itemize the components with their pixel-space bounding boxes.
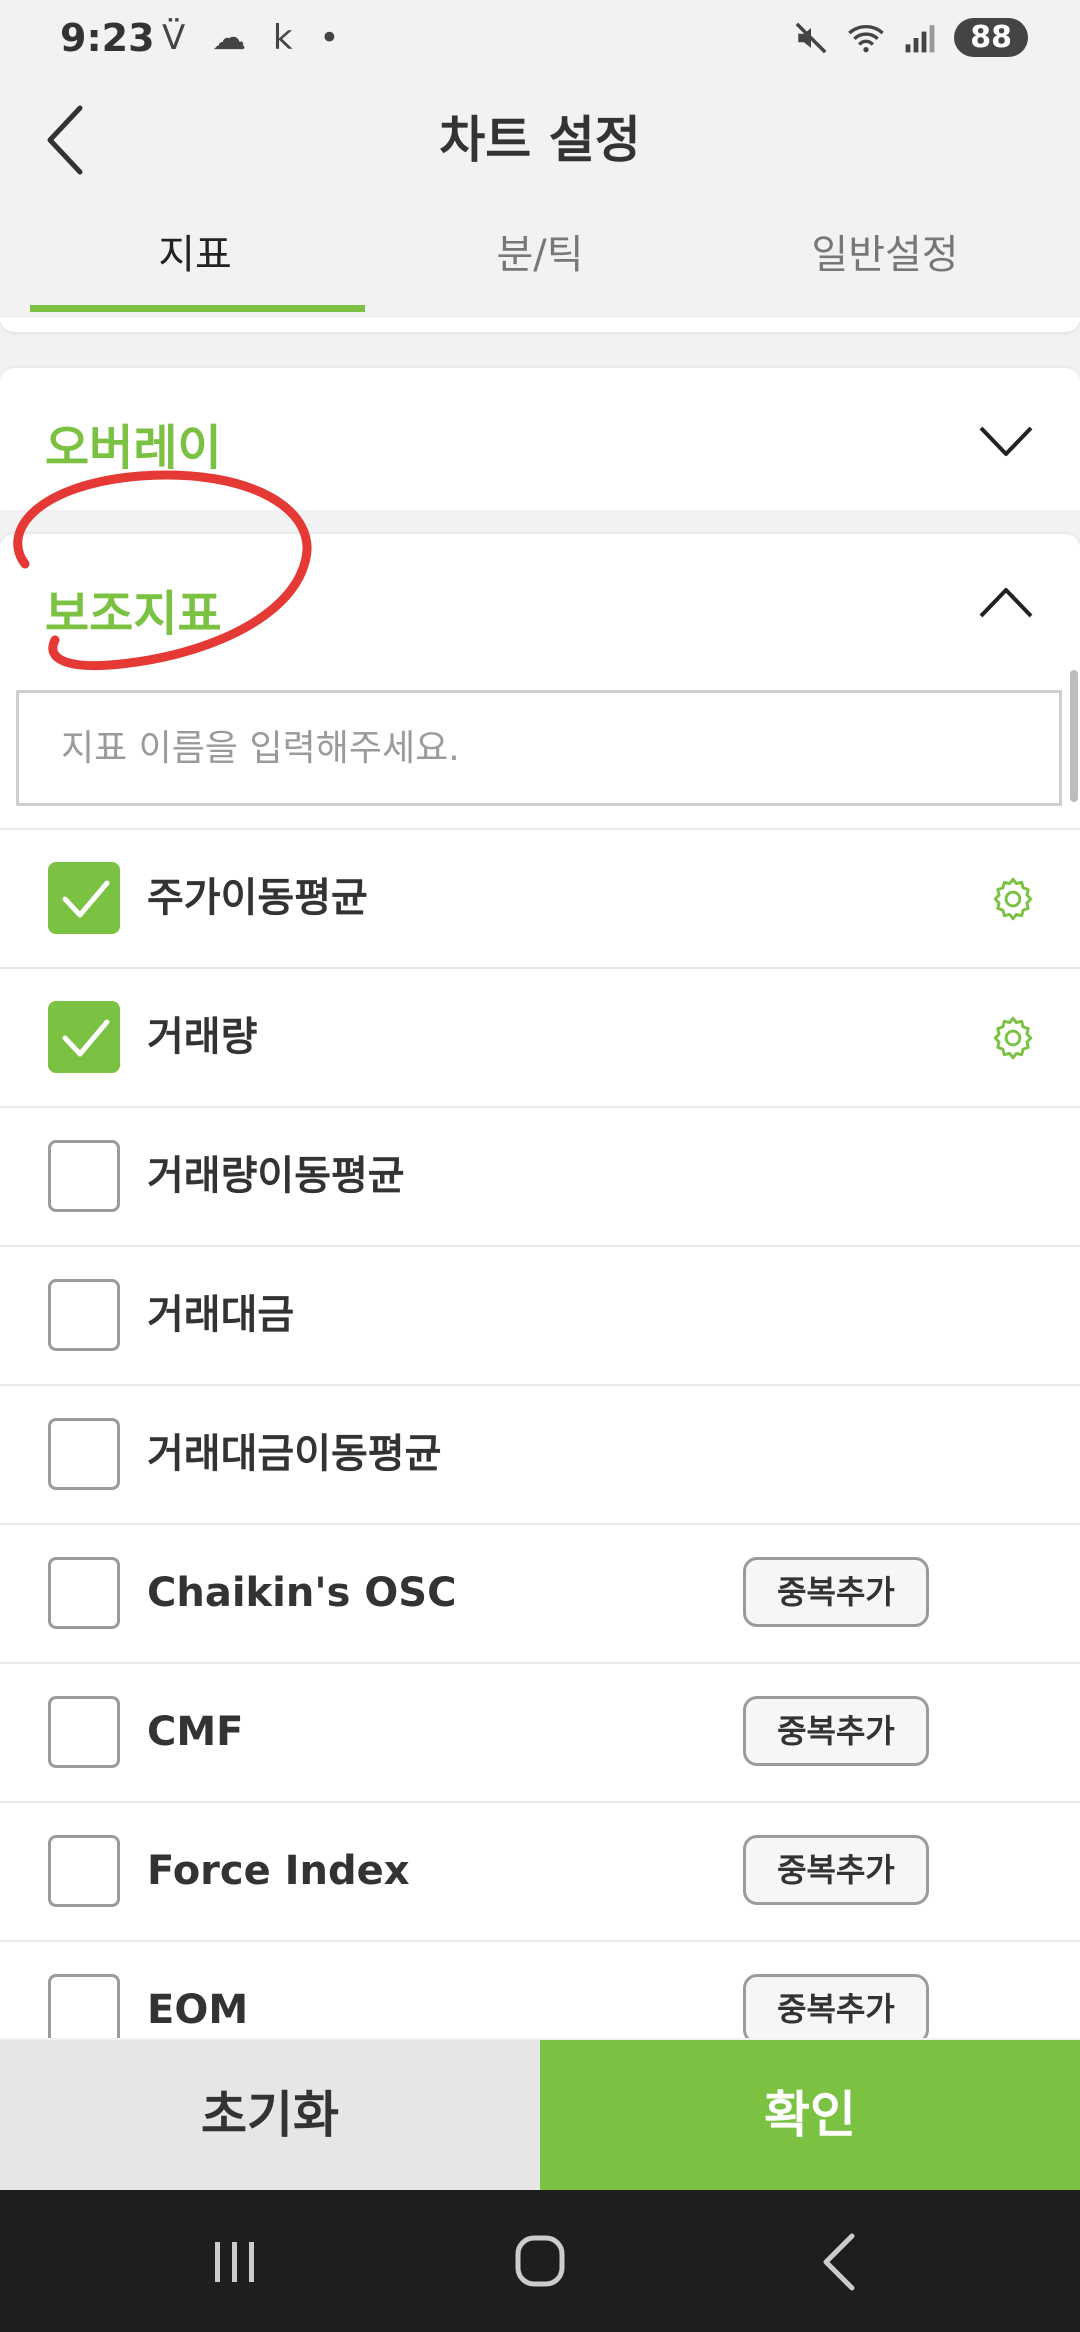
indicator-label: 거래대금 bbox=[147, 1292, 295, 1338]
chevron-down-icon[interactable] bbox=[978, 424, 1034, 458]
tab-indicators[interactable]: 지표 bbox=[25, 215, 365, 315]
indicator-label: Force Index bbox=[147, 1848, 410, 1894]
indicator-row[interactable]: 거래량 bbox=[0, 967, 1080, 1106]
section-overlay[interactable]: 오버레이 bbox=[0, 368, 1080, 510]
indicator-checkbox[interactable] bbox=[48, 1835, 120, 1907]
search-box bbox=[16, 690, 1062, 806]
settings-gear-icon[interactable] bbox=[988, 1013, 1038, 1063]
section-overlay-title: 오버레이 bbox=[45, 420, 222, 476]
indicator-checkbox[interactable] bbox=[48, 1557, 120, 1629]
active-tab-indicator bbox=[30, 305, 365, 312]
indicator-list: 주가이동평균거래량거래량이동평균거래대금거래대금이동평균 Chaikin's OS… bbox=[0, 828, 1080, 2038]
header: 차트 설정 bbox=[0, 72, 1080, 222]
tab-bar: 지표 분/틱 일반설정 bbox=[0, 215, 1080, 315]
add-duplicate-button[interactable]: 중복추가 bbox=[743, 1835, 929, 1905]
indicator-checkbox[interactable] bbox=[48, 1279, 120, 1351]
settings-gear-icon[interactable] bbox=[988, 874, 1038, 924]
indicator-row[interactable]: 거래대금이동평균 bbox=[0, 1384, 1080, 1523]
status-time: 9:23 bbox=[60, 16, 155, 60]
indicator-search-input[interactable] bbox=[19, 693, 1059, 803]
indicator-label: Chaikin's OSC bbox=[147, 1570, 457, 1616]
status-bar: 9:23 V̈ ☁ k • 88 bbox=[0, 0, 1080, 72]
signal-icon bbox=[905, 24, 935, 52]
section-sub-indicators[interactable]: 보조지표 bbox=[0, 534, 1080, 676]
checkmark-icon bbox=[62, 1019, 110, 1057]
indicator-row[interactable]: 거래량이동평균 bbox=[0, 1106, 1080, 1245]
confirm-button[interactable]: 확인 bbox=[540, 2040, 1080, 2190]
indicator-checkbox[interactable] bbox=[48, 1140, 120, 1212]
indicator-checkbox[interactable] bbox=[48, 1696, 120, 1768]
indicator-label: 거래량 bbox=[147, 1014, 258, 1060]
section-sub-indicators-title: 보조지표 bbox=[45, 586, 222, 642]
notification-icons: V̈ ☁ k • bbox=[162, 18, 348, 58]
bottom-action-bar: 초기화 확인 bbox=[0, 2040, 1080, 2190]
add-duplicate-button[interactable]: 중복추가 bbox=[743, 1974, 929, 2038]
indicator-checkbox[interactable] bbox=[48, 1001, 120, 1073]
reset-button[interactable]: 초기화 bbox=[0, 2040, 540, 2190]
tab-general-settings[interactable]: 일반설정 bbox=[715, 215, 1055, 315]
checkmark-icon bbox=[62, 880, 110, 918]
indicator-row[interactable]: 거래대금 bbox=[0, 1245, 1080, 1384]
page-title: 차트 설정 bbox=[439, 111, 641, 169]
indicator-label: 주가이동평균 bbox=[147, 875, 368, 921]
indicator-label: EOM bbox=[147, 1987, 249, 2033]
indicator-row[interactable]: CMF 중복추가 bbox=[0, 1662, 1080, 1801]
indicator-checkbox[interactable] bbox=[48, 1418, 120, 1490]
indicator-checkbox[interactable] bbox=[48, 1974, 120, 2038]
recent-apps-icon[interactable] bbox=[195, 2230, 275, 2294]
content-area: 오버레이 보조지표 주가이동평균거래량거래량이동평균거래대금거래대금이동평균 Ch… bbox=[0, 318, 1080, 2038]
indicator-row[interactable]: Force Index 중복추가 bbox=[0, 1801, 1080, 1940]
chevron-up-icon[interactable] bbox=[978, 586, 1034, 620]
indicator-row[interactable]: 주가이동평균 bbox=[0, 828, 1080, 967]
tab-minute-tick[interactable]: 분/틱 bbox=[370, 215, 710, 315]
card-edge bbox=[0, 318, 1080, 332]
indicator-row[interactable]: Chaikin's OSC 중복추가 bbox=[0, 1523, 1080, 1662]
indicator-label: CMF bbox=[147, 1709, 244, 1755]
nav-back-icon[interactable] bbox=[800, 2230, 880, 2294]
home-icon[interactable] bbox=[500, 2230, 580, 2294]
scrollbar[interactable] bbox=[1070, 670, 1078, 802]
add-duplicate-button[interactable]: 중복추가 bbox=[743, 1696, 929, 1766]
status-right: 88 bbox=[794, 18, 1028, 57]
system-nav-bar bbox=[0, 2190, 1080, 2332]
wifi-icon bbox=[848, 24, 885, 52]
add-duplicate-button[interactable]: 중복추가 bbox=[743, 1557, 929, 1627]
indicator-checkbox[interactable] bbox=[48, 862, 120, 934]
indicator-label: 거래량이동평균 bbox=[147, 1153, 405, 1199]
mute-icon bbox=[795, 22, 827, 53]
battery-indicator: 88 bbox=[954, 18, 1028, 57]
indicator-row[interactable]: EOM 중복추가 bbox=[0, 1940, 1080, 2038]
indicator-label: 거래대금이동평균 bbox=[147, 1431, 442, 1477]
